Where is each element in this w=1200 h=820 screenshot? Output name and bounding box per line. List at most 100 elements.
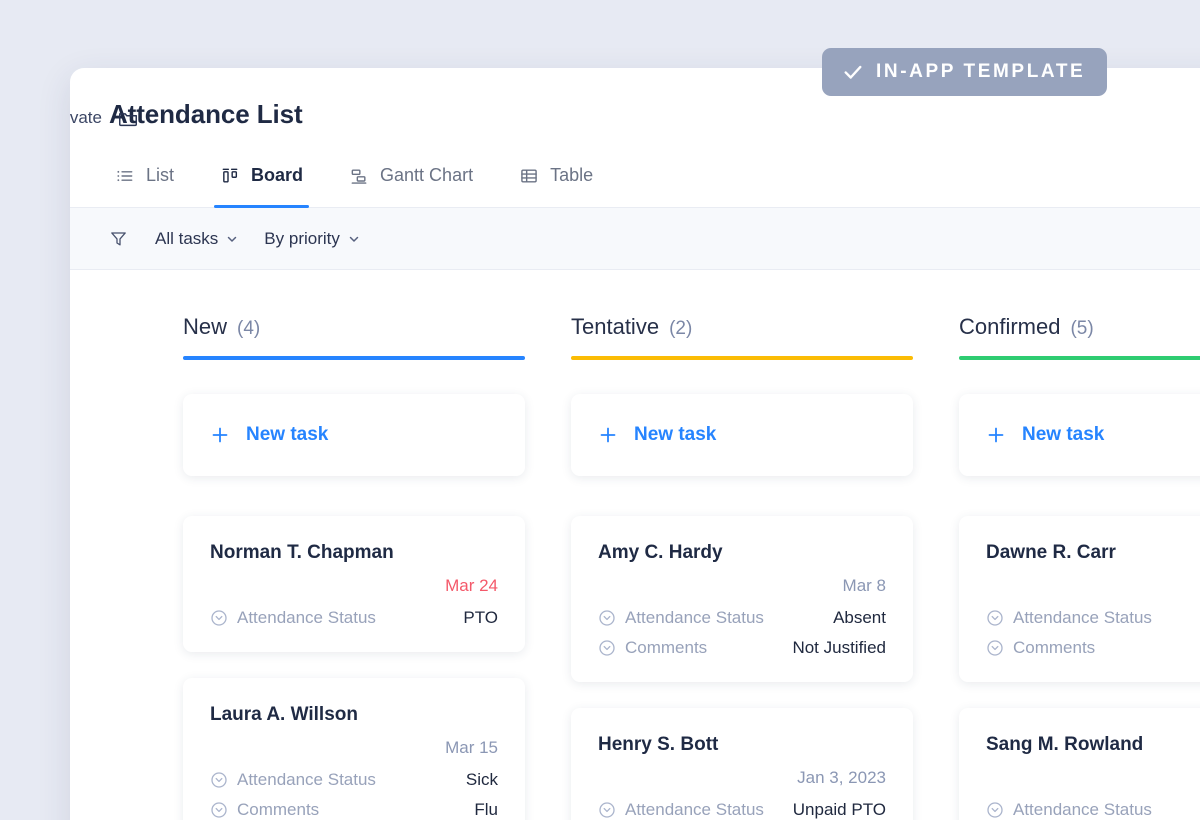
task-card-field-label: Comments	[1013, 638, 1096, 657]
view-tabs: List Board Gantt Chart Table	[70, 144, 1200, 208]
task-card-field: Comments Not Justified	[598, 638, 886, 658]
task-card-field-value: Flu	[474, 800, 498, 819]
new-task-label: New task	[246, 424, 329, 445]
task-card-field-label: Attendance Status	[237, 608, 376, 627]
task-card-field: Comments Flu	[210, 800, 498, 820]
filter-funnel-icon[interactable]	[109, 229, 129, 249]
sort-filter-label: By priority	[264, 228, 340, 248]
task-card-field: Attendance StatusHoliday	[986, 800, 1200, 820]
board-icon	[220, 166, 240, 186]
task-card-field: Attendance Status Absent	[598, 608, 886, 628]
chevron-down-circle-icon[interactable]	[598, 639, 616, 657]
task-card[interactable]: Sang M. Rowland Sep 5 Attendance StatusHol…	[959, 708, 1200, 820]
task-card[interactable]: Amy C. Hardy Mar 8 Attendance Status Absent…	[571, 516, 913, 682]
folder-icon[interactable]	[116, 106, 140, 130]
tab-table[interactable]: Table	[513, 144, 599, 207]
task-card-title: Norman T. Chapman	[210, 542, 394, 563]
new-task-label: New task	[1022, 424, 1105, 445]
task-card-field: Attendance Status PTO	[210, 608, 498, 628]
header-actions: Private	[70, 106, 140, 130]
task-card-field-left: Comments	[598, 638, 707, 658]
sort-filter-dropdown[interactable]: By priority	[264, 229, 360, 249]
task-card-date: Mar 8	[842, 576, 886, 595]
task-card-field-label: Attendance Status	[1013, 608, 1152, 627]
tab-list[interactable]: List	[109, 144, 180, 207]
task-card-field-value: PTO	[463, 608, 498, 627]
task-card-field-label: Attendance Status	[1013, 800, 1152, 819]
task-card-date: Nov 24	[986, 576, 1200, 596]
new-task-button[interactable]: New task	[959, 394, 1200, 476]
task-card-field-left: Attendance Status	[986, 800, 1152, 820]
chevron-down-circle-icon[interactable]	[986, 801, 1004, 819]
list-icon	[115, 166, 135, 186]
column-count: (4)	[237, 318, 261, 339]
task-card-field-value: Sick	[465, 770, 498, 789]
task-card-field-label: Attendance Status	[237, 770, 376, 789]
table-icon	[519, 166, 539, 186]
privacy-label[interactable]: Private	[70, 108, 102, 128]
column-count: (5)	[1070, 318, 1094, 339]
column-accent-bar	[183, 356, 525, 360]
task-card-field-left: Attendance Status	[598, 608, 764, 628]
task-card-field-left: Attendance Status	[210, 770, 376, 790]
task-card-field-value: Unpaid PTO	[792, 800, 886, 819]
task-card-date: Mar 24	[445, 576, 498, 595]
column-title: Confirmed	[959, 314, 1061, 339]
task-card-field-label: Comments	[625, 638, 708, 657]
task-filter-label: All tasks	[155, 228, 219, 248]
new-task-button[interactable]: New task	[183, 394, 525, 476]
check-icon	[842, 61, 864, 83]
task-card-field-label: Comments	[237, 800, 320, 819]
task-card-field-left: Comments	[986, 638, 1095, 658]
board-column: Confirmed (5) New task Dawne R. Carr Nov 24 A…	[959, 314, 1200, 820]
task-card[interactable]: Henry S. Bott Jan 3, 2023 Attendance Statu…	[571, 708, 913, 820]
chevron-down-circle-icon[interactable]	[986, 609, 1004, 627]
task-card-field-left: Attendance Status	[986, 608, 1152, 628]
task-card-field: Attendance Status Unpaid PTO	[598, 800, 886, 820]
task-card-date: Jan 3, 2023	[797, 768, 886, 787]
task-card-date: Sep 5	[986, 768, 1200, 788]
column-header: Tentative (2)	[571, 314, 913, 356]
task-card-date: Mar 15	[445, 738, 498, 757]
task-card-title: Amy C. Hardy	[598, 542, 723, 563]
task-card-field: Attendance Status Sick	[210, 770, 498, 790]
plus-icon	[210, 425, 230, 445]
chevron-down-circle-icon[interactable]	[598, 609, 616, 627]
task-card[interactable]: Dawne R. Carr Nov 24 Attendance StatusHoli…	[959, 516, 1200, 682]
task-card-field-left: Comments	[210, 800, 319, 820]
new-task-button[interactable]: New task	[571, 394, 913, 476]
task-card-field-label: Attendance Status	[625, 608, 764, 627]
app-window: Attendance List Private	[70, 68, 1200, 820]
chevron-down-icon	[348, 233, 360, 245]
task-filter-dropdown[interactable]: All tasks	[155, 229, 238, 249]
task-card-field: CommentsEaster	[986, 638, 1200, 658]
screen: Attendance List Private	[0, 0, 1200, 820]
plus-icon	[986, 425, 1006, 445]
chevron-down-circle-icon[interactable]	[986, 639, 1004, 657]
board-column: New (4) New task Norman T. Chapman Mar 24 Att…	[183, 314, 525, 820]
tab-board[interactable]: Board	[214, 144, 310, 208]
tab-table-label: Table	[550, 165, 594, 185]
task-card-title: Henry S. Bott	[598, 734, 719, 755]
tab-gantt-chart[interactable]: Gantt Chart	[343, 144, 479, 207]
chevron-down-icon	[226, 233, 238, 245]
task-card-title: Sang M. Rowland	[986, 734, 1144, 755]
chevron-down-circle-icon[interactable]	[210, 609, 228, 627]
kanban-board: New (4) New task Norman T. Chapman Mar 24 Att…	[70, 270, 1200, 820]
task-card[interactable]: Laura A. Willson Mar 15 Attendance Status S…	[183, 678, 525, 820]
column-header: New (4)	[183, 314, 525, 356]
task-card-title: Laura A. Willson	[210, 704, 358, 725]
in-app-template-label: IN-APP TEMPLATE	[876, 61, 1086, 82]
chevron-down-circle-icon[interactable]	[598, 801, 616, 819]
tab-board-label: Board	[251, 165, 304, 185]
column-title: Tentative	[571, 314, 660, 339]
chevron-down-circle-icon[interactable]	[210, 771, 228, 789]
column-header: Confirmed (5)	[959, 314, 1200, 356]
task-card-field-left: Attendance Status	[210, 608, 376, 628]
new-task-label: New task	[634, 424, 717, 445]
task-card-field-label: Attendance Status	[625, 800, 764, 819]
task-card-title: Dawne R. Carr	[986, 542, 1116, 563]
chevron-down-circle-icon[interactable]	[210, 801, 228, 819]
gantt-icon	[349, 166, 369, 186]
task-card[interactable]: Norman T. Chapman Mar 24 Attendance Status…	[183, 516, 525, 652]
